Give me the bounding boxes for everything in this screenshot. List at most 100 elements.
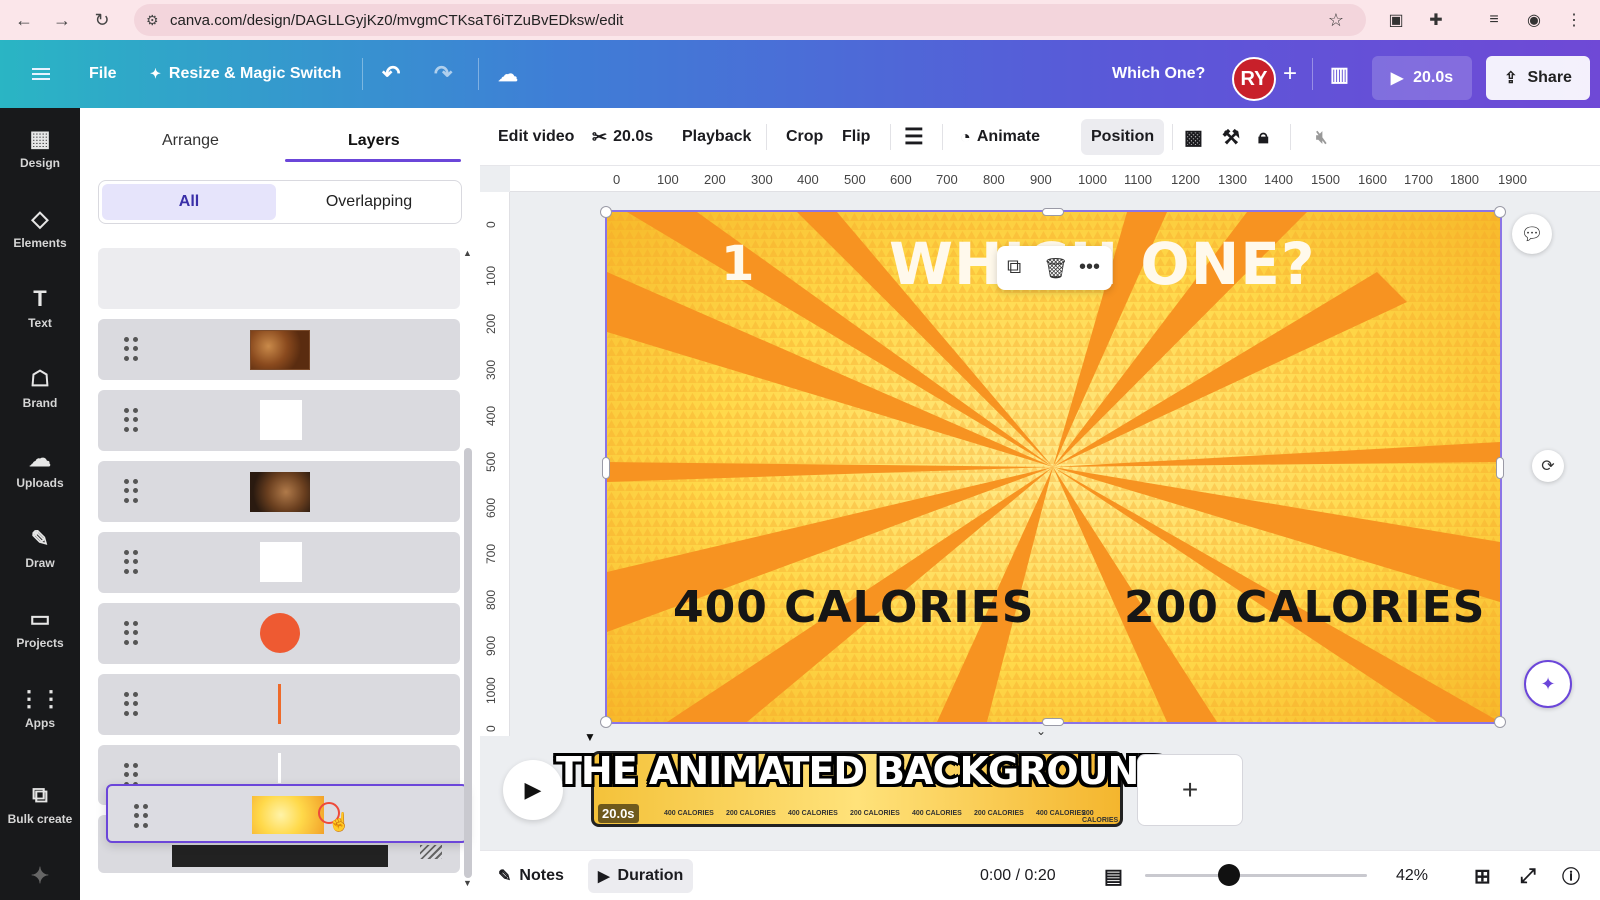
zoom-slider-knob[interactable] (1218, 864, 1240, 886)
rail-text[interactable]: T Text (0, 272, 80, 344)
resize-handle[interactable] (1494, 716, 1506, 728)
rail-apps[interactable]: ⋮⋮ Apps (0, 672, 80, 744)
scroll-down-icon[interactable]: ▼ (463, 878, 472, 888)
ruler-tick: 600 (484, 497, 498, 518)
drag-handle-icon[interactable] (124, 621, 138, 645)
dragged-layer-row[interactable]: ☝ (106, 784, 468, 843)
transparency-icon[interactable]: ▩ (1184, 108, 1203, 166)
resize-handle[interactable] (600, 716, 612, 728)
undo-icon[interactable]: ↶ (382, 40, 400, 108)
question-number[interactable]: 1 (721, 236, 755, 292)
resize-magic-switch-button[interactable]: ✦ Resize & Magic Switch (150, 40, 341, 108)
flip-button[interactable]: Flip (842, 108, 870, 166)
add-collaborator-icon[interactable]: + (1283, 40, 1297, 108)
fullscreen-icon[interactable]: ⤢ (1520, 851, 1536, 900)
scroll-up-icon[interactable]: ▲ (463, 248, 472, 258)
present-button[interactable]: ▶ 20.0s (1372, 56, 1472, 100)
cloud-saved-icon[interactable]: ☁ (498, 40, 518, 108)
right-calories-text[interactable]: 200 CALORIES (1124, 582, 1485, 633)
avatar[interactable]: RY (1232, 57, 1276, 101)
playhead-marker-icon[interactable]: ▼ (584, 730, 596, 744)
magic-assistant-icon[interactable]: ✦ (1524, 660, 1572, 708)
notes-button[interactable]: ✎ Notes (498, 851, 564, 900)
scroll-thumb[interactable] (464, 448, 472, 878)
drag-handle-icon[interactable] (124, 408, 138, 432)
extension-m-icon[interactable]: ▣ (1384, 8, 1408, 32)
line-weight-icon[interactable]: ☰ (904, 108, 924, 166)
resize-handle[interactable] (602, 457, 610, 479)
position-button[interactable]: Position (1081, 119, 1165, 155)
ruler-tick: 1000 (484, 677, 498, 704)
help-icon[interactable]: ⓘ (1562, 851, 1580, 900)
vertical-ruler: 0 100 200 300 400 500 600 700 800 900 10… (480, 192, 510, 736)
rail-uploads[interactable]: ☁ Uploads (0, 432, 80, 504)
profile-icon[interactable]: ◉ (1522, 8, 1546, 32)
left-calories-text[interactable]: 400 CALORIES (673, 582, 1034, 633)
forward-arrow-icon[interactable]: → (44, 2, 80, 38)
zoom-slider-track[interactable] (1145, 874, 1367, 877)
resize-handle[interactable] (1042, 208, 1064, 216)
animate-button[interactable]: ◔ Animate (960, 108, 1040, 166)
add-page-button[interactable]: + (1137, 754, 1243, 826)
layers-scrollbar[interactable]: ▲ ▼ (462, 248, 474, 888)
drag-handle-icon[interactable] (124, 479, 138, 503)
address-bar[interactable]: ⚙ canva.com/design/DAGLLGyjKz0/mvgmCTKsa… (134, 4, 1366, 36)
layer-row[interactable] (98, 390, 460, 451)
drag-handle-icon[interactable] (124, 550, 138, 574)
redo-icon[interactable]: ↷ (434, 40, 452, 108)
bookmark-star-icon[interactable]: ☆ (1328, 10, 1344, 31)
insights-chart-icon[interactable]: ▥ (1330, 40, 1349, 108)
rail-design[interactable]: ▦ Design (0, 112, 80, 184)
filter-all[interactable]: All (102, 184, 276, 220)
back-arrow-icon[interactable]: ← (6, 2, 42, 38)
layer-row[interactable] (98, 674, 460, 735)
tab-layers[interactable]: Layers (348, 132, 400, 150)
mute-icon[interactable]: 🔇︎ (1316, 108, 1327, 166)
site-settings-icon[interactable]: ⚙ (146, 12, 170, 29)
extensions-puzzle-icon[interactable]: ✚ (1424, 8, 1448, 32)
main-menu-icon[interactable] (32, 40, 50, 108)
resize-handle[interactable] (1494, 206, 1506, 218)
share-button[interactable]: ⇪ Share (1486, 56, 1590, 100)
rail-brand[interactable]: ☖ Brand (0, 352, 80, 424)
rail-bulk-create[interactable]: ⧉ Bulk create (0, 768, 80, 840)
edit-video-button[interactable]: Edit video (498, 108, 574, 166)
drag-handle-icon[interactable] (124, 337, 138, 361)
layer-row[interactable] (98, 248, 460, 309)
layer-row[interactable] (98, 532, 460, 593)
layer-row[interactable] (98, 319, 460, 380)
crop-button[interactable]: Crop (786, 108, 823, 166)
comment-add-icon[interactable]: 💬︎ (1512, 214, 1552, 254)
rotate-icon[interactable]: ⟳ (1532, 450, 1564, 482)
lock-icon[interactable]: 🔒︎ (1258, 108, 1269, 166)
playback-button[interactable]: Playback (682, 108, 751, 166)
design-title[interactable]: Which One? (1112, 40, 1205, 108)
trim-button[interactable]: ✂ 20.0s (592, 108, 653, 166)
media-control-icon[interactable]: ≡ (1482, 8, 1506, 32)
collapse-timeline-icon[interactable]: ⌄ (1036, 724, 1046, 738)
resize-handle[interactable] (1496, 457, 1504, 479)
more-icon[interactable]: ••• (1079, 256, 1100, 279)
file-menu[interactable]: File (89, 40, 117, 108)
rail-magic[interactable]: ✦ (0, 842, 80, 900)
reload-icon[interactable]: ↻ (84, 2, 120, 38)
timeline-view-icon[interactable]: ▤ (1104, 851, 1123, 900)
drag-handle-icon[interactable] (134, 804, 148, 828)
drag-handle-icon[interactable] (124, 692, 138, 716)
zoom-level[interactable]: 42% (1396, 851, 1428, 900)
resize-handle[interactable] (600, 206, 612, 218)
trash-icon[interactable]: 🗑︎ (1043, 256, 1068, 281)
rail-projects[interactable]: ▭ Projects (0, 592, 80, 664)
rail-elements[interactable]: ◇ Elements (0, 192, 80, 264)
rail-draw[interactable]: ✎ Draw (0, 512, 80, 584)
timeline-play-button[interactable]: ▶ (503, 760, 563, 820)
browser-menu-icon[interactable]: ⋮ (1562, 8, 1586, 32)
layer-row[interactable] (98, 603, 460, 664)
filter-overlapping[interactable]: Overlapping (279, 184, 459, 220)
duration-button[interactable]: ▶ Duration (588, 859, 694, 893)
layer-row[interactable] (98, 461, 460, 522)
duplicate-icon[interactable]: ⧉ (1007, 256, 1021, 279)
grid-view-icon[interactable]: ⊞ (1474, 851, 1491, 900)
tab-arrange[interactable]: Arrange (162, 132, 219, 150)
paint-format-icon[interactable]: ⚒ (1222, 108, 1240, 166)
